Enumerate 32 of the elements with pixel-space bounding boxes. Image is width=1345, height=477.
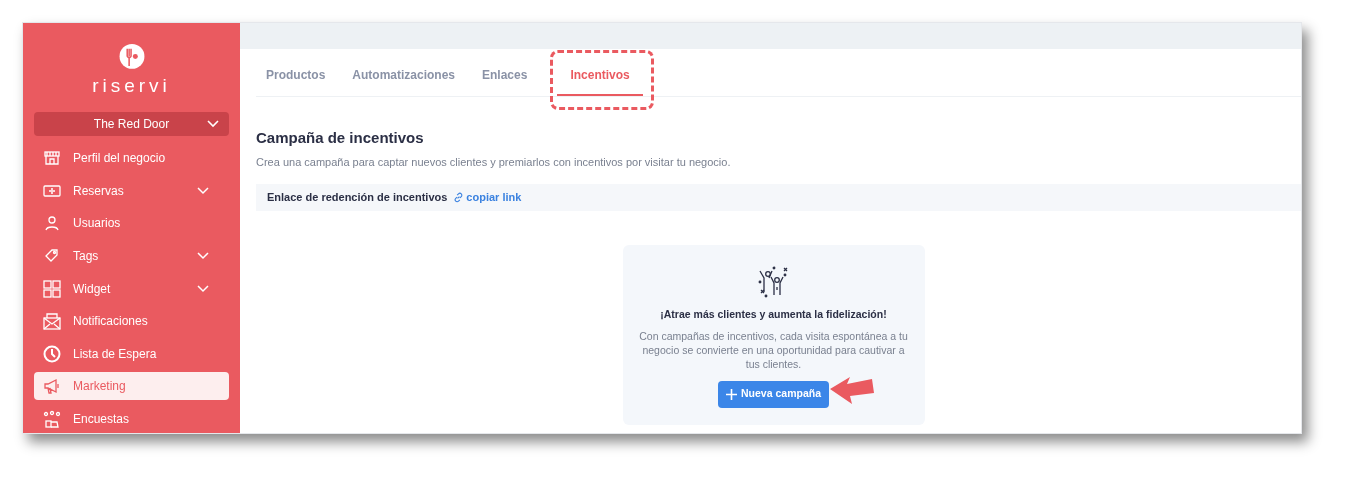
venue-selector[interactable]: The Red Door [34,112,229,137]
sidebar-item[interactable]: Reservas [34,176,229,205]
tab[interactable]: Productos [266,60,326,96]
brand-name: riservi [92,73,171,98]
storefront-icon [43,149,61,168]
megaphone-icon [43,377,61,396]
sidebar-item[interactable]: Widget [34,274,229,303]
tab[interactable]: Automatizaciones [352,60,456,96]
grid-icon [43,279,61,298]
sidebar-item[interactable]: Notificaciones [34,307,229,336]
plus-icon [726,388,737,400]
clock-icon [43,344,61,363]
sidebar-item[interactable]: Encuestas [34,405,229,433]
tab[interactable]: Enlaces [482,60,528,96]
envelope-icon [43,312,61,331]
user-icon [43,214,61,233]
page-description: Crea una campaña para captar nuevos clientes y premiarlos con incentivos por visitar tu negocio. [256,154,732,170]
chevron-down-icon [207,119,219,129]
fork-plate-logo-icon [117,43,146,70]
empty-state-heading: ¡Atrae más clientes y aumenta la fidelización! [660,307,887,322]
sidebar-item[interactable]: Tags [34,242,229,271]
sidebar-item[interactable]: Perfil del negocio [34,144,229,173]
empty-state-text: Con campañas de incentivos, cada visita espontánea a tu negocio se convierte en una oportunidad para cautivar a tus clientes. [638,328,909,371]
link-label: Enlace de redención de incentivos [267,190,448,206]
link-icon [453,192,465,203]
sidebar-item[interactable]: Marketing [34,372,229,401]
copy-link[interactable]: copiar link [453,189,522,206]
tab[interactable]: Incentivos [557,60,643,96]
sidebar-item[interactable]: Lista de Espera [34,339,229,368]
new-campaign-button[interactable]: Nueva campaña [718,380,829,408]
page-title: Campaña de incentivos [256,128,425,148]
sidebar-item[interactable]: Usuarios [34,209,229,238]
